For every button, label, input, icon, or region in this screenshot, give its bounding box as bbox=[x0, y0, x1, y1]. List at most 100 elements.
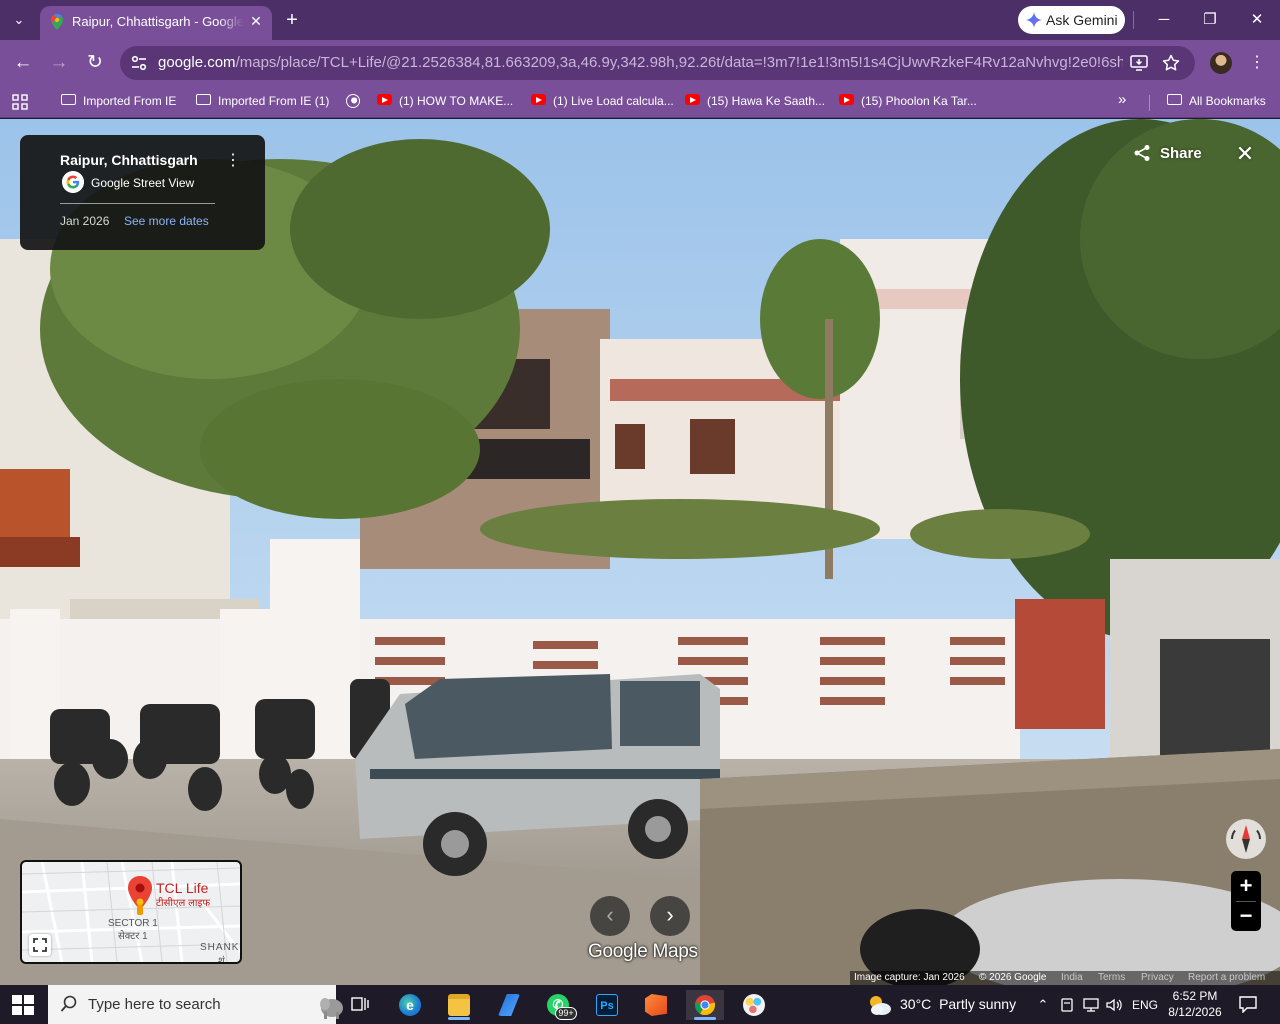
bookmark-label: Imported From IE bbox=[83, 93, 177, 108]
window-close-button[interactable]: ✕ bbox=[1245, 8, 1269, 32]
chrome-icon bbox=[694, 995, 716, 1016]
edge-icon: e bbox=[399, 994, 421, 1016]
location-info-card: Raipur, Chhattisgarh ⋮ Google Street Vie… bbox=[20, 135, 265, 250]
language-indicator[interactable]: ENG bbox=[1130, 996, 1160, 1014]
back-button[interactable]: ← bbox=[11, 51, 35, 75]
share-button[interactable]: Share bbox=[1125, 139, 1215, 167]
tray-device-icon[interactable] bbox=[1058, 996, 1076, 1014]
tab-close-icon[interactable]: ✕ bbox=[248, 13, 264, 29]
clock[interactable]: 6:52 PM 8/12/2026 bbox=[1166, 988, 1224, 1020]
bookmark-imported-from-ie[interactable]: Imported From IE bbox=[61, 93, 176, 111]
zoom-out-button[interactable]: − bbox=[1231, 902, 1261, 930]
bookmarks-divider bbox=[1149, 95, 1150, 111]
weather-text[interactable]: 30°C Partly sunny bbox=[900, 996, 1016, 1012]
ask-gemini-button[interactable]: Ask Gemini bbox=[1018, 6, 1125, 34]
location-title: Raipur, Chhattisgarh bbox=[60, 152, 198, 168]
install-app-icon[interactable] bbox=[1129, 53, 1149, 73]
zoom-in-button[interactable]: + bbox=[1231, 872, 1261, 900]
bookmark-label: Imported From IE (1) bbox=[218, 93, 330, 108]
bookmark-phoolon-ka-tar[interactable]: (15) Phoolon Ka Tar... bbox=[839, 93, 977, 111]
notifications-icon[interactable] bbox=[1238, 995, 1258, 1013]
mini-map[interactable]: TCL Life टीसीएल लाइफ SECTOR 1 सेक्टर 1 S… bbox=[20, 860, 242, 964]
taskbar-paint[interactable] bbox=[735, 990, 773, 1020]
taskbar-app-blue[interactable] bbox=[490, 990, 528, 1020]
country-link[interactable]: India bbox=[1061, 972, 1083, 983]
file-explorer-icon bbox=[448, 994, 470, 1016]
tab-google-maps[interactable]: Raipur, Chhattisgarh - Google Maps ✕ bbox=[40, 6, 272, 40]
site-info-tune-icon[interactable] bbox=[130, 54, 148, 72]
mini-map-shank-text-hindi: शं bbox=[218, 956, 226, 964]
taskbar-office[interactable] bbox=[637, 990, 675, 1020]
window-controls-divider bbox=[1133, 11, 1134, 29]
terms-link[interactable]: Terms bbox=[1098, 972, 1125, 983]
report-problem-link[interactable]: Report a problem bbox=[1188, 972, 1265, 983]
taskbar-whatsapp[interactable]: ✆ 99+ bbox=[539, 990, 577, 1020]
tab-title: Raipur, Chhattisgarh - Google Maps bbox=[72, 14, 244, 29]
taskbar-photoshop[interactable]: Ps bbox=[588, 990, 626, 1020]
see-more-dates-link[interactable]: See more dates bbox=[124, 214, 209, 228]
url-host: google.com bbox=[158, 54, 236, 71]
compass-button[interactable] bbox=[1226, 819, 1266, 859]
bookmark-star-icon[interactable] bbox=[1161, 53, 1181, 73]
youtube-icon bbox=[531, 94, 546, 106]
google-maps-watermark: Google Maps bbox=[588, 941, 698, 962]
browser-toolbar: ← → ↻ google.com/maps/place/TCL+Life/@21… bbox=[0, 40, 1280, 86]
taskbar-chrome[interactable] bbox=[686, 990, 724, 1020]
taskbar-edge[interactable]: e bbox=[391, 990, 429, 1020]
folder-icon bbox=[61, 94, 76, 106]
volume-icon[interactable] bbox=[1105, 996, 1123, 1014]
street-view-label: Google Street View bbox=[91, 176, 195, 190]
next-image-button[interactable]: › bbox=[650, 896, 690, 936]
taskbar-file-explorer[interactable] bbox=[440, 990, 478, 1020]
search-placeholder: Type here to search bbox=[88, 996, 221, 1013]
url-path: /maps/place/TCL+Life/@21.2526384,81.6632… bbox=[235, 54, 1123, 71]
windows-start-icon[interactable] bbox=[12, 995, 34, 1015]
forward-button[interactable]: → bbox=[47, 51, 71, 75]
address-bar[interactable]: google.com/maps/place/TCL+Life/@21.25263… bbox=[120, 46, 1195, 80]
bookmark-how-to-make[interactable]: (1) HOW TO MAKE... bbox=[377, 93, 513, 111]
image-capture-date: Image capture: Jan 2026 bbox=[854, 972, 965, 983]
running-indicator bbox=[694, 1017, 716, 1020]
folder-icon bbox=[1167, 94, 1182, 106]
bookmarks-overflow-chevron-icon[interactable]: » bbox=[1118, 91, 1126, 109]
mini-map-place-name: TCL Life bbox=[156, 880, 209, 896]
close-street-view-button[interactable]: ✕ bbox=[1232, 141, 1258, 167]
tab-strip: ⌄ Raipur, Chhattisgarh - Google Maps ✕ +… bbox=[0, 0, 1280, 40]
restore-button[interactable]: ❐ bbox=[1198, 8, 1222, 32]
chrome-menu-icon[interactable]: ⋮ bbox=[1248, 51, 1266, 75]
street-view-panorama[interactable]: Raipur, Chhattisgarh ⋮ Google Street Vie… bbox=[0, 119, 1280, 985]
bookmark-globe[interactable] bbox=[346, 93, 367, 111]
task-view-button[interactable] bbox=[341, 990, 379, 1020]
info-card-more-icon[interactable]: ⋮ bbox=[225, 150, 241, 172]
url-text[interactable]: google.com/maps/place/TCL+Life/@21.25263… bbox=[158, 54, 1123, 71]
tab-search-chevron-icon[interactable]: ⌄ bbox=[8, 9, 30, 31]
expand-map-button[interactable] bbox=[29, 934, 51, 956]
minimize-button[interactable]: ─ bbox=[1152, 8, 1176, 32]
zoom-controls: + − bbox=[1231, 871, 1261, 931]
show-hidden-icons-chevron-icon[interactable]: ⌃ bbox=[1034, 996, 1052, 1014]
bookmark-label: (1) Live Load calcula... bbox=[553, 93, 674, 108]
profile-avatar[interactable] bbox=[1210, 52, 1232, 74]
running-indicator bbox=[448, 1017, 470, 1020]
previous-image-button[interactable]: ‹ bbox=[590, 896, 630, 936]
office-icon bbox=[645, 994, 667, 1016]
bookmark-live-load[interactable]: (1) Live Load calcula... bbox=[531, 93, 674, 111]
bookmark-imported-from-ie-1[interactable]: Imported From IE (1) bbox=[196, 93, 329, 111]
bookmark-hawa-ke-saath[interactable]: (15) Hawa Ke Saath... bbox=[685, 93, 825, 111]
all-bookmarks-button[interactable]: All Bookmarks bbox=[1167, 93, 1266, 111]
weather-temp: 30°C bbox=[900, 996, 932, 1012]
new-tab-button[interactable]: + bbox=[282, 9, 302, 31]
partly-sunny-icon bbox=[870, 996, 891, 1015]
taskbar-search-box[interactable]: Type here to search bbox=[48, 985, 343, 1024]
apps-grid-icon[interactable] bbox=[12, 94, 28, 110]
privacy-link[interactable]: Privacy bbox=[1141, 972, 1174, 983]
clock-date: 8/12/2026 bbox=[1168, 1005, 1222, 1019]
youtube-icon bbox=[685, 94, 700, 106]
capture-date: Jan 2026 bbox=[60, 214, 110, 228]
google-maps-favicon-icon bbox=[51, 14, 63, 30]
network-icon[interactable] bbox=[1082, 996, 1100, 1014]
bookmark-label: (15) Hawa Ke Saath... bbox=[707, 93, 826, 108]
copyright: © 2026 Google bbox=[979, 972, 1047, 983]
windows-taskbar: Type here to search e ✆ 99+ Ps 30°C Part… bbox=[0, 985, 1280, 1024]
reload-button[interactable]: ↻ bbox=[83, 51, 107, 75]
